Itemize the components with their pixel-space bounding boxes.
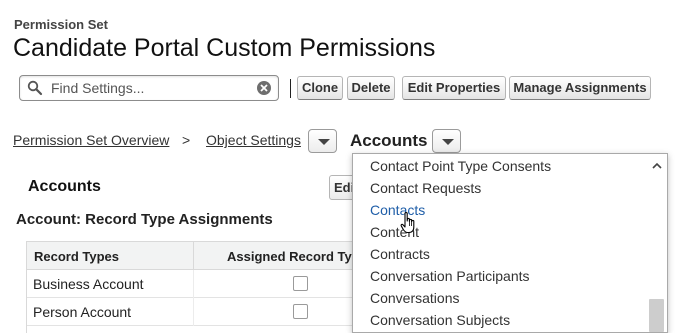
page-type-label: Permission Set: [14, 17, 108, 32]
dropdown-item[interactable]: Contracts: [370, 246, 430, 262]
record-type-assignments-heading: Account: Record Type Assignments: [16, 211, 273, 228]
dropdown-item[interactable]: Conversation Participants: [370, 268, 530, 284]
scrollbar-thumb[interactable]: [649, 299, 664, 332]
object-settings-dropdown-button[interactable]: [308, 129, 337, 153]
breadcrumb-overview-link[interactable]: Permission Set Overview: [13, 132, 169, 148]
breadcrumb-object-settings-link[interactable]: Object Settings: [206, 132, 301, 148]
table-row: Person Account: [27, 298, 366, 326]
edit-properties-button[interactable]: Edit Properties: [402, 76, 506, 100]
dropdown-item[interactable]: Contact Requests: [370, 180, 481, 196]
page-title: Candidate Portal Custom Permissions: [13, 34, 436, 62]
search-input[interactable]: Find Settings...: [51, 80, 144, 96]
table-row: Business Account: [27, 270, 366, 298]
record-types-table: Record Types Assigned Record Types Busin…: [26, 241, 374, 333]
record-type-name: Business Account: [33, 276, 144, 292]
search-icon: [27, 80, 43, 96]
clone-button[interactable]: Clone: [297, 76, 343, 100]
chevron-up-icon[interactable]: [651, 160, 663, 172]
delete-button[interactable]: Delete: [347, 76, 395, 100]
dropdown-item[interactable]: Conversations: [370, 290, 460, 306]
section-title: Accounts: [28, 178, 101, 195]
dropdown-item[interactable]: Contact Point Type Consents: [370, 158, 551, 174]
toolbar-divider: [290, 79, 291, 98]
assigned-checkbox[interactable]: [293, 304, 308, 319]
table-header: Record Types Assigned Record Types: [27, 241, 374, 270]
hand-cursor-icon: [400, 212, 415, 234]
breadcrumb-separator: >: [182, 132, 191, 148]
clear-icon[interactable]: [256, 80, 272, 96]
column-header-record-types: Record Types: [34, 249, 120, 264]
dropdown-scrollbar[interactable]: [647, 154, 667, 332]
breadcrumb-current: Accounts: [350, 131, 428, 150]
manage-assignments-button[interactable]: Manage Assignments: [509, 76, 651, 100]
dropdown-item[interactable]: Conversation Subjects: [370, 312, 510, 328]
record-type-name: Person Account: [33, 304, 132, 320]
assigned-checkbox[interactable]: [293, 276, 308, 291]
accounts-dropdown-button[interactable]: [432, 129, 461, 153]
find-settings-search[interactable]: Find Settings...: [19, 75, 279, 101]
object-dropdown-list[interactable]: Contact Point Type Consents Contact Requ…: [352, 153, 668, 333]
